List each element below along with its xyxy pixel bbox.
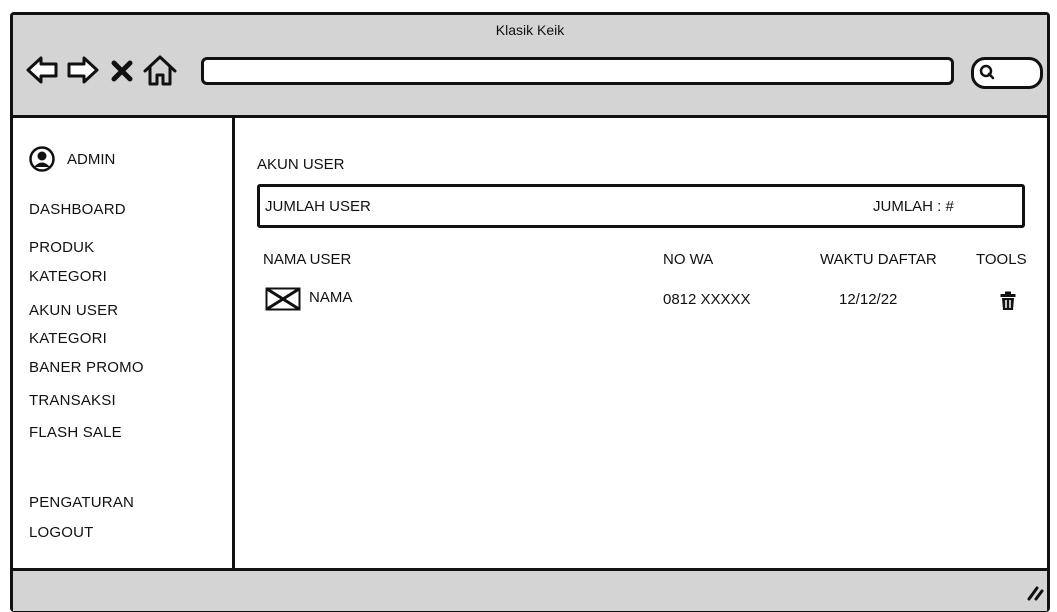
user-avatar-icon xyxy=(29,146,55,172)
window-title: Klasik Keik xyxy=(495,22,565,38)
sidebar-item-pengaturan[interactable]: PENGATURAN xyxy=(29,494,134,511)
sidebar: ADMIN DASHBOARD PRODUK KATEGORI AKUN USE… xyxy=(13,118,235,568)
address-bar[interactable] xyxy=(201,57,954,85)
search-button[interactable] xyxy=(971,57,1043,89)
sidebar-item-transaksi[interactable]: TRANSAKSI xyxy=(29,392,116,409)
main-content: AKUN USER JUMLAH USER JUMLAH : # NAMA US… xyxy=(235,118,1047,568)
user-count-panel: JUMLAH USER JUMLAH : # xyxy=(257,184,1025,228)
user-date-cell: 12/12/22 xyxy=(839,291,898,308)
admin-label: ADMIN xyxy=(67,150,116,168)
column-header-no-wa: NO WA xyxy=(663,251,714,268)
forward-arrow-icon[interactable] xyxy=(66,53,100,87)
resize-grip-icon[interactable] xyxy=(1023,579,1045,601)
user-count-value: JUMLAH : # xyxy=(873,198,954,215)
close-icon[interactable] xyxy=(109,53,135,87)
sidebar-item-akun-user[interactable]: AKUN USER xyxy=(29,302,118,319)
sidebar-item-dashboard[interactable]: DASHBOARD xyxy=(29,201,126,218)
browser-toolbar: Klasik Keik xyxy=(13,15,1047,118)
sidebar-item-flash-sale[interactable]: FLASH SALE xyxy=(29,424,122,441)
column-header-waktu-daftar: WAKTU DAFTAR xyxy=(820,251,937,268)
image-placeholder-icon xyxy=(265,287,301,311)
sidebar-item-produk[interactable]: PRODUK xyxy=(29,239,94,256)
user-phone-cell: 0812 XXXXX xyxy=(663,291,751,308)
column-header-nama-user: NAMA USER xyxy=(263,251,352,268)
status-bar xyxy=(13,568,1047,611)
sidebar-item-logout[interactable]: LOGOUT xyxy=(29,524,94,541)
trash-icon[interactable] xyxy=(1000,291,1016,310)
column-header-tools: TOOLS xyxy=(976,251,1027,268)
sidebar-item-kategori-2[interactable]: KATEGORI xyxy=(29,330,107,347)
user-count-label: JUMLAH USER xyxy=(265,198,371,215)
browser-window: Klasik Keik ADMIN DASHBOARD PRODUK KATEG… xyxy=(10,12,1050,612)
search-icon xyxy=(979,64,995,80)
sidebar-item-kategori[interactable]: KATEGORI xyxy=(29,268,107,285)
admin-profile[interactable]: ADMIN xyxy=(29,146,115,172)
user-name-cell: NAMA xyxy=(309,289,353,306)
page-title: AKUN USER xyxy=(257,156,345,173)
home-icon[interactable] xyxy=(140,53,180,87)
sidebar-item-baner-promo[interactable]: BANER PROMO xyxy=(29,359,144,376)
back-arrow-icon[interactable] xyxy=(25,53,59,87)
